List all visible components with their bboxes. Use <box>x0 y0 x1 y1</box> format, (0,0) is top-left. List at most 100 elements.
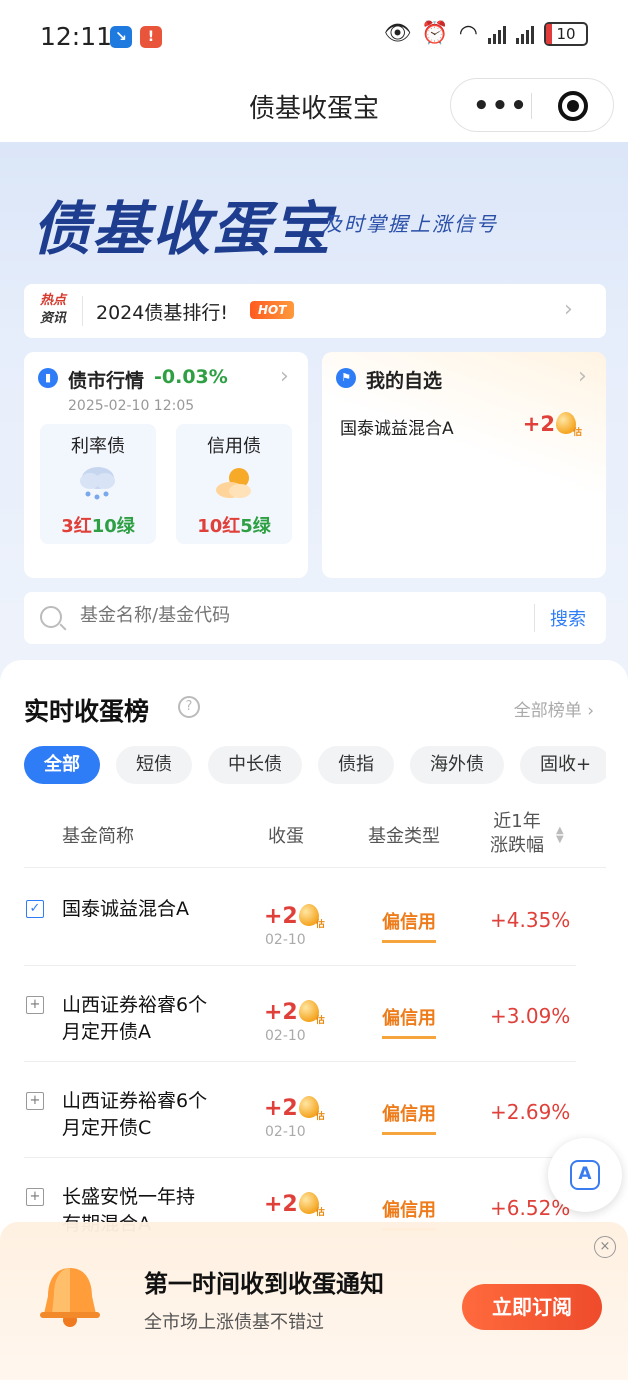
partly-sunny-icon <box>216 468 251 498</box>
fund-date: 02-10 <box>265 1028 306 1044</box>
subscribe-button[interactable]: 立即订阅 <box>462 1284 602 1330</box>
help-icon[interactable]: ? <box>178 696 200 718</box>
nav-bar: 债基收蛋宝 ••• <box>0 72 628 142</box>
fund-eggs: +2 估 <box>264 1096 325 1122</box>
bookmark-icon: ⚑ <box>336 368 356 388</box>
tile-count: 3红10绿 <box>61 516 135 537</box>
market-title: 债市行情 <box>68 370 145 392</box>
egg-icon: 估 <box>556 412 582 438</box>
egg-icon: 估 <box>298 1000 325 1026</box>
header-fund-name: 基金简称 <box>62 826 134 847</box>
table-row[interactable]: + 山西证券裕睿6个月定开债C +2 估 02-10 偏信用 +2.69% <box>24 1062 576 1158</box>
chevron-right-icon: › <box>578 364 587 389</box>
fund-change: +3.09% <box>490 1004 571 1028</box>
translate-button[interactable]: A <box>548 1138 622 1212</box>
market-time: 2025-02-10 12:05 <box>68 398 195 414</box>
banner-subtitle: 全市场上涨债基不错过 <box>144 1312 324 1333</box>
add-to-watchlist-checkbox[interactable]: + <box>26 996 44 1014</box>
watchlist-title: 我的自选 <box>366 370 443 392</box>
signal-icon <box>488 24 506 44</box>
fund-change: +2.69% <box>490 1100 571 1124</box>
watchlist-eggs: +2 估 <box>522 412 582 438</box>
search-icon <box>40 606 62 628</box>
table-row[interactable]: ✓ 国泰诚益混合A +2 估 02-10 偏信用 +4.35% <box>24 870 576 966</box>
tile-label: 利率债 <box>71 436 125 457</box>
egg-icon: 估 <box>298 1096 325 1122</box>
battery-icon: 10 <box>544 22 588 46</box>
search-input[interactable] <box>80 605 520 626</box>
egg-icon: 估 <box>298 1192 325 1218</box>
hot-news-tag: 热点 资讯 <box>40 293 67 326</box>
fund-type: 偏信用 <box>382 1004 436 1039</box>
fund-type: 偏信用 <box>382 908 436 943</box>
fund-name: 山西证券裕睿6个月定开债C <box>62 1090 208 1139</box>
table-header: 基金简称 收蛋 基金类型 近1年 涨跌幅 ▲ ▼ <box>24 804 606 868</box>
add-to-watchlist-checkbox[interactable]: + <box>26 1092 44 1110</box>
filter-overseas-bond[interactable]: 海外债 <box>410 746 504 784</box>
header-fund-type: 基金类型 <box>368 826 440 847</box>
hot-news-text: 2024债基排行! <box>96 302 228 324</box>
filter-mid-long-bond[interactable]: 中长债 <box>208 746 302 784</box>
my-watchlist-card[interactable]: ⚑ 我的自选 › 国泰诚益混合A +2 估 <box>322 352 606 578</box>
fund-eggs: +2 估 <box>264 1000 325 1026</box>
market-change: -0.03% <box>154 366 228 388</box>
header-eggs: 收蛋 <box>268 826 304 847</box>
divider <box>534 604 535 632</box>
hero-section: 债基收蛋宝 及时掌握上涨信号 热点 资讯 2024债基排行! HOT › ▮ 债… <box>0 142 628 662</box>
subscribe-banner: 第一时间收到收蛋通知 全市场上涨债基不错过 立即订阅 × <box>0 1222 628 1380</box>
all-rankings-link[interactable]: 全部榜单 › <box>514 696 594 721</box>
watchlist-checkbox[interactable]: ✓ <box>26 900 44 918</box>
more-icon[interactable]: ••• <box>473 91 529 121</box>
signal-icon-2 <box>516 24 534 44</box>
bell-icon <box>40 1268 100 1327</box>
tile-label: 信用债 <box>207 436 261 457</box>
filter-short-bond[interactable]: 短债 <box>116 746 192 784</box>
filter-fixed-income-plus[interactable]: 固收+ <box>520 746 606 784</box>
rain-cloud-icon <box>80 467 115 500</box>
header-1y-change[interactable]: 近1年 涨跌幅 <box>490 810 544 858</box>
sort-icon[interactable]: ▲ ▼ <box>556 826 564 845</box>
filter-bond-index[interactable]: 债指 <box>318 746 394 784</box>
table-row[interactable]: + 山西证券裕睿6个月定开债A +2 估 02-10 偏信用 +3.09% <box>24 966 576 1062</box>
app-notification-icon: ↘ <box>110 26 132 48</box>
divider <box>82 296 83 326</box>
eye-icon: 👁 <box>383 21 412 46</box>
filter-all[interactable]: 全部 <box>24 746 100 784</box>
add-to-watchlist-checkbox[interactable]: + <box>26 1188 44 1206</box>
close-icon[interactable]: × <box>594 1236 616 1258</box>
brand-logo: 债基收蛋宝 <box>32 195 333 263</box>
egg-icon: 估 <box>298 904 325 930</box>
search-button[interactable]: 搜索 <box>550 605 586 631</box>
fund-name: 国泰诚益混合A <box>62 898 189 920</box>
credit-bond-tile[interactable]: 信用债 10红5绿 <box>176 424 292 544</box>
tile-count: 10红5绿 <box>197 516 271 537</box>
chevron-right-icon: › <box>564 297 573 322</box>
status-time: 12:11 <box>40 22 113 51</box>
fund-change: +4.35% <box>490 908 571 932</box>
alert-notification-icon: ! <box>140 26 162 48</box>
status-bar: 12:11 ↘ ! 👁 ⏰ ◠ 10 <box>0 0 628 72</box>
fund-name: 山西证券裕睿6个月定开债A <box>62 994 208 1043</box>
category-filters: 全部 短债 中长债 债指 海外债 固收+ <box>24 746 606 786</box>
brand-slogan: 及时掌握上涨信号 <box>322 212 498 236</box>
chevron-right-icon: › <box>280 364 289 389</box>
bond-market-card[interactable]: ▮ 债市行情 -0.03% › 2025-02-10 12:05 利率债 3红1… <box>24 352 308 578</box>
translate-icon: A <box>570 1160 600 1190</box>
fund-eggs: +2 估 <box>264 1192 325 1218</box>
fund-date: 02-10 <box>265 1124 306 1140</box>
fund-type: 偏信用 <box>382 1100 436 1135</box>
rate-bond-tile[interactable]: 利率债 3红10绿 <box>40 424 156 544</box>
banner-title: 第一时间收到收蛋通知 <box>144 1270 384 1298</box>
capsule-divider <box>531 93 532 119</box>
miniprogram-capsule: ••• <box>450 78 614 132</box>
fund-date: 02-10 <box>265 932 306 948</box>
hot-news-bar[interactable]: 热点 资讯 2024债基排行! HOT › <box>24 284 606 338</box>
chart-icon: ▮ <box>38 368 58 388</box>
search-bar: 搜索 <box>24 592 606 644</box>
watchlist-fund-name: 国泰诚益混合A <box>340 419 454 439</box>
ranking-title: 实时收蛋榜 <box>24 697 150 726</box>
alarm-icon: ⏰ <box>421 21 449 46</box>
close-miniprogram-icon[interactable] <box>558 91 588 121</box>
hot-badge: HOT <box>250 301 295 319</box>
fund-eggs: +2 估 <box>264 904 325 930</box>
